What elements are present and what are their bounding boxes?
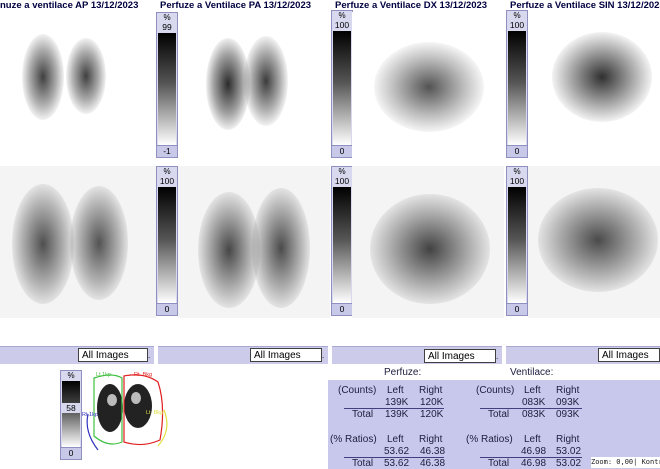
ventilation-total-label: Total bbox=[488, 409, 510, 420]
title-ap: nuze a ventilace AP 13/12/2023 bbox=[0, 0, 139, 11]
image-selector-dx[interactable]: All Images bbox=[424, 349, 496, 363]
chevron-down-icon[interactable]: . bbox=[322, 349, 328, 363]
zoom-status: Zoom: 0,00| Kontr bbox=[591, 457, 660, 468]
scale-min-value: 0 bbox=[507, 303, 527, 315]
ventilation-counts-left: 083K bbox=[522, 397, 546, 408]
roi-image[interactable]: Lt.1kp Rt.1kp Rt. Bkg Lt. Bkg bbox=[82, 370, 172, 456]
scale-gradient bbox=[158, 33, 176, 145]
scale-min-value: 0 bbox=[332, 145, 352, 157]
scale-percent-label: % bbox=[163, 167, 171, 176]
roi-label-left-top: Lt.1kp bbox=[96, 372, 111, 378]
intensity-scale-dx-ventilation: % 100 0 bbox=[331, 166, 353, 316]
ventilation-counts-label: (Counts) bbox=[476, 385, 515, 396]
perfusion-counts-right: 120K bbox=[420, 397, 444, 408]
ventilation-pa-image[interactable] bbox=[178, 166, 330, 318]
perfusion-left-header: Left bbox=[387, 385, 404, 396]
scale-gradient bbox=[62, 381, 80, 447]
perfusion-ratio-total-left: 53.62 bbox=[384, 458, 410, 469]
perfusion-ratio-right: 46.38 bbox=[420, 446, 446, 457]
intensity-scale-pa-ventilation: % 100 0 bbox=[156, 166, 178, 316]
perfusion-ratio-right-header: Right bbox=[419, 434, 443, 445]
ventilation-ap-image[interactable] bbox=[0, 166, 156, 318]
ventilation-title: Ventilace: bbox=[510, 367, 554, 378]
perfusion-counts-left: 139K bbox=[385, 397, 409, 408]
perfusion-ratio-total-right: 46.38 bbox=[420, 458, 446, 469]
perfusion-ap-image[interactable] bbox=[0, 12, 156, 160]
intensity-scale-sin-ventilation: % 100 0 bbox=[506, 166, 528, 316]
scale-percent-label: % bbox=[163, 13, 171, 22]
ventilation-ratio-right-header: Right bbox=[556, 434, 580, 445]
perfusion-total-label: Total bbox=[352, 409, 374, 420]
scale-mid-value: 58 bbox=[61, 403, 81, 413]
perfusion-ratio-left-header: Left bbox=[387, 434, 404, 445]
intensity-scale-sin-perfusion: % 100 0 bbox=[506, 10, 528, 158]
scale-min-value: 0 bbox=[507, 145, 527, 157]
scale-gradient bbox=[508, 31, 526, 145]
roi-label-right-top: Rt.1kp bbox=[82, 412, 98, 418]
perfusion-pa-image[interactable] bbox=[178, 12, 330, 160]
scale-max-value: 100 bbox=[334, 176, 350, 186]
scale-gradient bbox=[158, 187, 176, 303]
intensity-scale-roi: % 58 0 bbox=[60, 370, 82, 460]
scale-min-value: 0 bbox=[332, 303, 352, 315]
image-selector-sin[interactable]: All Images bbox=[598, 348, 660, 362]
scale-percent-label: % bbox=[67, 371, 75, 380]
intensity-scale-dx-perfusion: % 100 0 bbox=[331, 10, 353, 158]
perfusion-title: Perfuze: bbox=[384, 367, 422, 378]
ventilation-ratio-total-right: 53.02 bbox=[556, 458, 582, 469]
chevron-down-icon[interactable]: . bbox=[148, 349, 154, 363]
perfusion-right-header: Right bbox=[419, 385, 443, 396]
ventilation-total-right: 093K bbox=[556, 409, 580, 420]
ventilation-left-header: Left bbox=[524, 385, 541, 396]
image-selector-ap[interactable]: All Images bbox=[78, 348, 148, 362]
ventilation-ratio-left: 46.98 bbox=[521, 446, 547, 457]
scale-gradient bbox=[333, 187, 351, 303]
scale-percent-label: % bbox=[513, 11, 521, 20]
scale-gradient bbox=[333, 31, 351, 145]
ventilation-sin-image[interactable] bbox=[528, 166, 660, 318]
results-table: (Counts) Left Right 139K 120K Total 139K… bbox=[328, 380, 660, 469]
roi-label-right-bkg: Lt. Bkg bbox=[146, 410, 164, 416]
ventilation-counts-right: 093K bbox=[556, 397, 580, 408]
roi-label-left-bkg: Rt. Bkg bbox=[134, 372, 153, 378]
scale-percent-label: % bbox=[513, 167, 521, 176]
intensity-scale-pa-perfusion: % 99 -1 bbox=[156, 12, 178, 158]
scale-max-value: 100 bbox=[509, 20, 525, 30]
ventilation-right-header: Right bbox=[556, 385, 580, 396]
ventilation-ratio-total-label: Total bbox=[488, 458, 510, 469]
perfusion-total-left: 139K bbox=[385, 409, 409, 420]
perfusion-counts-label: (Counts) bbox=[338, 385, 377, 396]
title-pa: Perfuze a Ventilace PA 13/12/2023 bbox=[160, 0, 312, 11]
perfusion-ratios-label: (% Ratios) bbox=[330, 434, 377, 445]
title-sin: Perfuze a Ventilace SIN 13/12/2023 bbox=[510, 0, 660, 11]
ventilation-ratio-left-header: Left bbox=[524, 434, 541, 445]
perfusion-sin-image[interactable] bbox=[528, 12, 660, 160]
scale-max-value: 100 bbox=[509, 176, 525, 186]
scale-min-value: -1 bbox=[157, 145, 177, 157]
ventilation-total-left: 083K bbox=[522, 409, 546, 420]
ventilation-dx-image[interactable] bbox=[352, 166, 504, 318]
perfusion-ratio-total-label: Total bbox=[352, 458, 374, 469]
title-dx: Perfuze a Ventilace DX 13/12/2023 bbox=[335, 0, 488, 11]
image-selector-pa[interactable]: All Images bbox=[250, 348, 322, 362]
scale-min-value: 0 bbox=[61, 447, 81, 459]
perfusion-total-right: 120K bbox=[420, 409, 444, 420]
scale-min-value: 0 bbox=[157, 303, 177, 315]
scale-gradient bbox=[508, 187, 526, 303]
chevron-down-icon[interactable]: . bbox=[496, 350, 502, 364]
perfusion-dx-image[interactable] bbox=[352, 12, 504, 160]
scale-max-value: 100 bbox=[159, 176, 175, 186]
scale-percent-label: % bbox=[338, 167, 346, 176]
ventilation-ratio-right: 53.02 bbox=[556, 446, 582, 457]
scale-max-value: 99 bbox=[162, 22, 172, 32]
scale-percent-label: % bbox=[338, 11, 346, 20]
scale-max-value: 100 bbox=[334, 20, 350, 30]
ventilation-ratios-label: (% Ratios) bbox=[466, 434, 513, 445]
perfusion-ratio-left: 53.62 bbox=[384, 446, 410, 457]
ventilation-ratio-total-left: 46.98 bbox=[521, 458, 547, 469]
